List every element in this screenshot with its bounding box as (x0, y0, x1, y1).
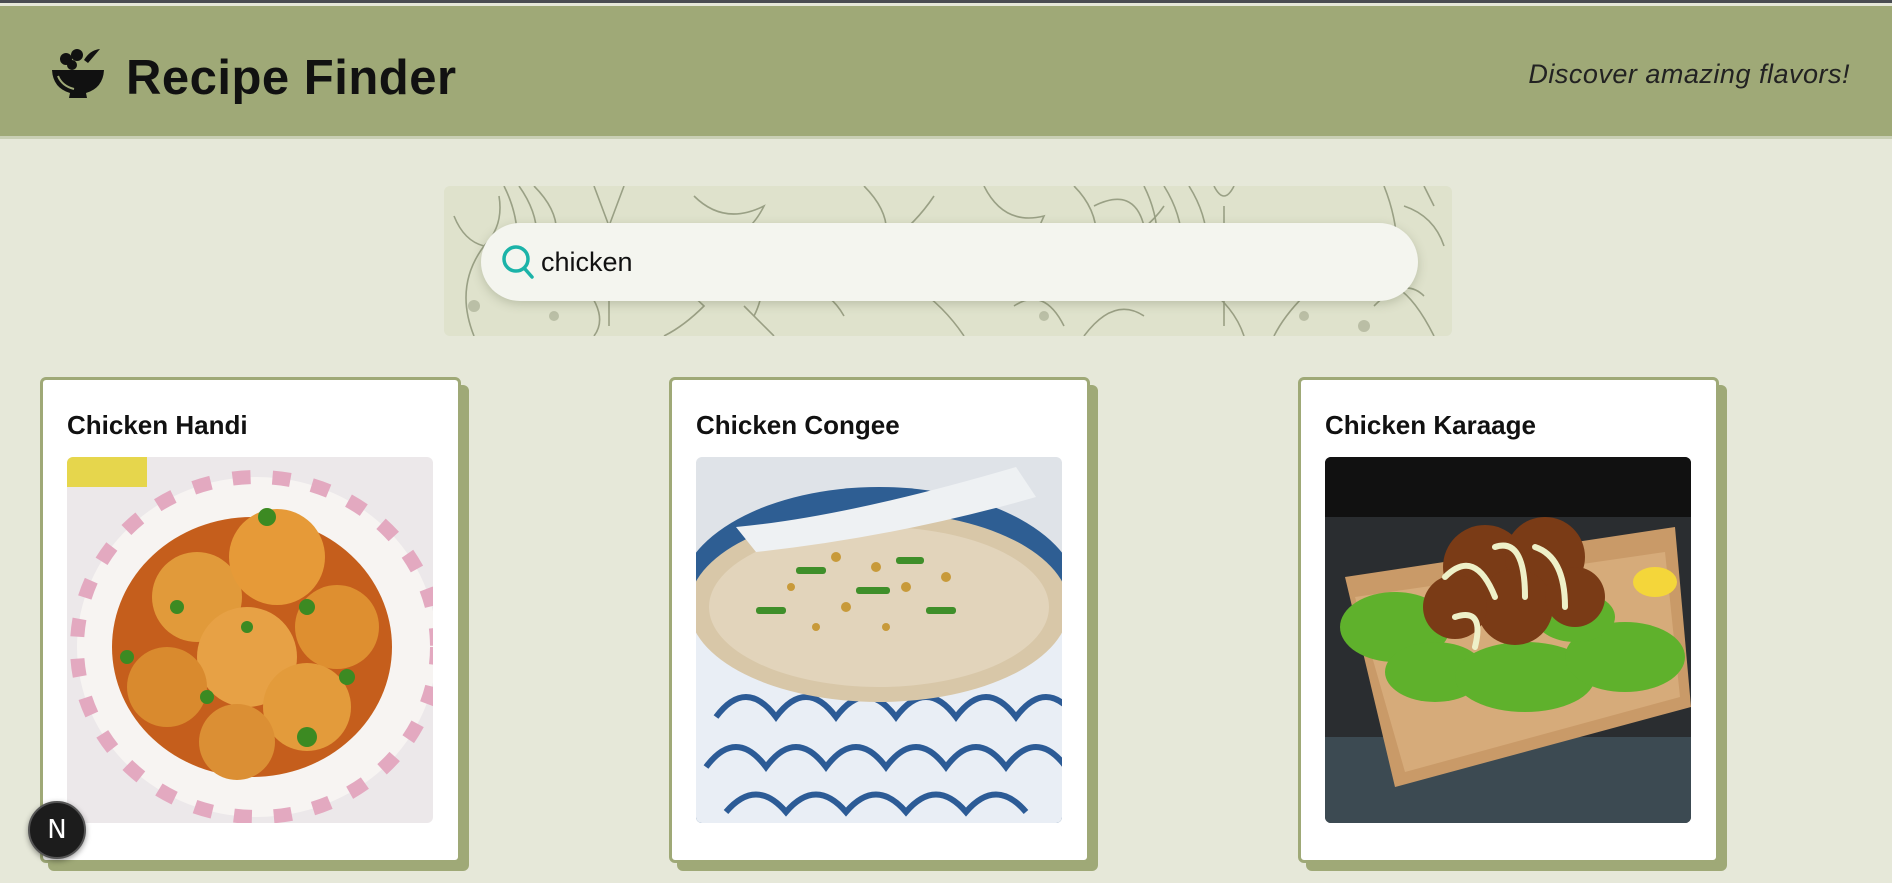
recipe-image[interactable] (1325, 457, 1691, 823)
search-input[interactable] (541, 241, 1381, 283)
tagline: Discover amazing flavors! (1528, 59, 1850, 89)
dev-tools-badge[interactable]: N (28, 801, 86, 859)
app-title: Recipe Finder (126, 51, 457, 105)
recipe-card[interactable]: Chicken Karaage (1298, 377, 1719, 863)
recipe-image[interactable] (67, 457, 433, 823)
search-icon (502, 245, 534, 279)
recipe-image[interactable] (696, 457, 1062, 823)
recipe-card[interactable]: Chicken Handi (40, 377, 461, 863)
search-bar[interactable] (481, 223, 1418, 301)
recipe-card[interactable]: Chicken Congee (669, 377, 1090, 863)
recipe-title: Chicken Handi (67, 410, 248, 440)
dev-badge-label: N (47, 815, 67, 845)
app-header: Recipe Finder Discover amazing flavors! (0, 6, 1892, 139)
mortar-bowl-icon (52, 49, 104, 98)
recipe-title: Chicken Congee (696, 410, 900, 440)
recipe-title: Chicken Karaage (1325, 410, 1536, 440)
